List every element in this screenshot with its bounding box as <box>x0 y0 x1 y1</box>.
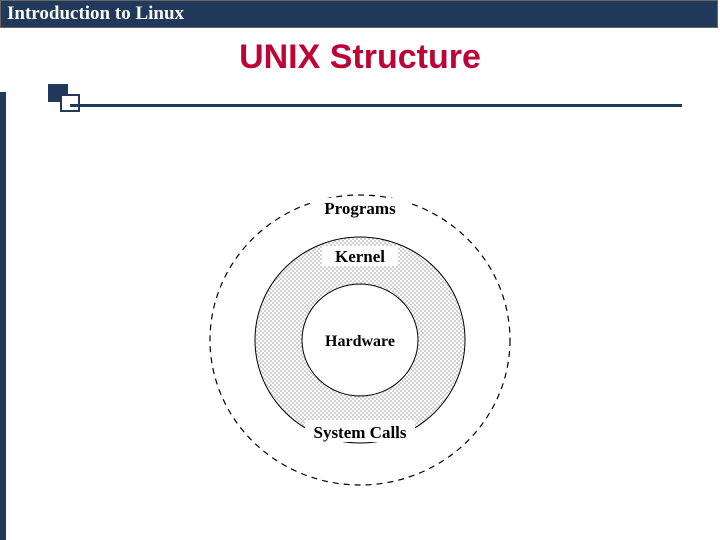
slide-header-bar: Introduction to Linux <box>0 0 718 28</box>
slide-title: UNIX Structure <box>0 38 720 77</box>
deco-square-front <box>60 94 80 112</box>
title-underline <box>70 104 682 107</box>
title-bullet-decoration <box>48 84 92 116</box>
slide-header-title: Introduction to Linux <box>7 3 184 25</box>
label-programs: Programs <box>324 199 396 218</box>
label-system-calls: System Calls <box>313 423 406 442</box>
left-edge-strip <box>0 92 6 540</box>
unix-structure-diagram: Programs Kernel Hardware System Calls <box>200 150 520 490</box>
label-kernel: Kernel <box>335 247 385 266</box>
label-hardware: Hardware <box>325 333 395 350</box>
